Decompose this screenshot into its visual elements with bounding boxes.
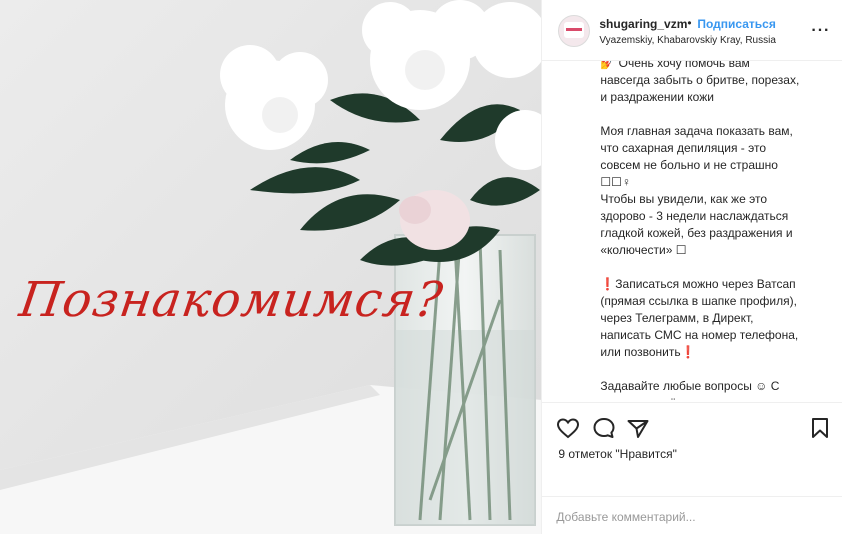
avatar-logo-bar	[566, 28, 583, 31]
share-icon	[627, 420, 649, 438]
like-button[interactable]	[556, 416, 580, 440]
post-header: shugaring_vzm • Подписаться Vyazemskiy, …	[542, 0, 842, 61]
more-options-button[interactable]: ···	[811, 22, 830, 40]
likes-count[interactable]: 9 отметок "Нравится"	[558, 447, 677, 461]
post-image[interactable]: Познакомимся?	[0, 0, 542, 534]
share-button[interactable]	[626, 416, 650, 440]
bookmark-icon	[812, 418, 829, 438]
comment-icon	[593, 418, 615, 438]
comment-form	[542, 496, 842, 535]
separator-dot: •	[687, 16, 692, 30]
flowers-photo	[0, 0, 542, 534]
comment-button[interactable]	[592, 416, 616, 440]
action-bar	[542, 402, 842, 448]
avatar[interactable]	[558, 15, 591, 47]
post-sidebar: shugaring_vzm • Подписаться Vyazemskiy, …	[541, 0, 842, 534]
caption-text: 💅 Очень хочу помочь вам навсегда забыть …	[600, 61, 800, 400]
follow-button[interactable]: Подписаться	[697, 17, 775, 31]
instagram-post: Познакомимся? shugaring_vzm • Подписатьс…	[0, 0, 842, 534]
save-button[interactable]	[808, 416, 832, 440]
caption-area[interactable]: 💅 Очень хочу помочь вам навсегда забыть …	[542, 61, 842, 400]
username-link[interactable]: shugaring_vzm	[599, 17, 687, 31]
comment-input[interactable]	[554, 507, 829, 527]
location-link[interactable]: Vyazemskiy, Khabarovskiy Kray, Russia	[599, 35, 776, 46]
overlay-text: Познакомимся?	[16, 272, 447, 328]
heart-icon	[557, 418, 580, 439]
